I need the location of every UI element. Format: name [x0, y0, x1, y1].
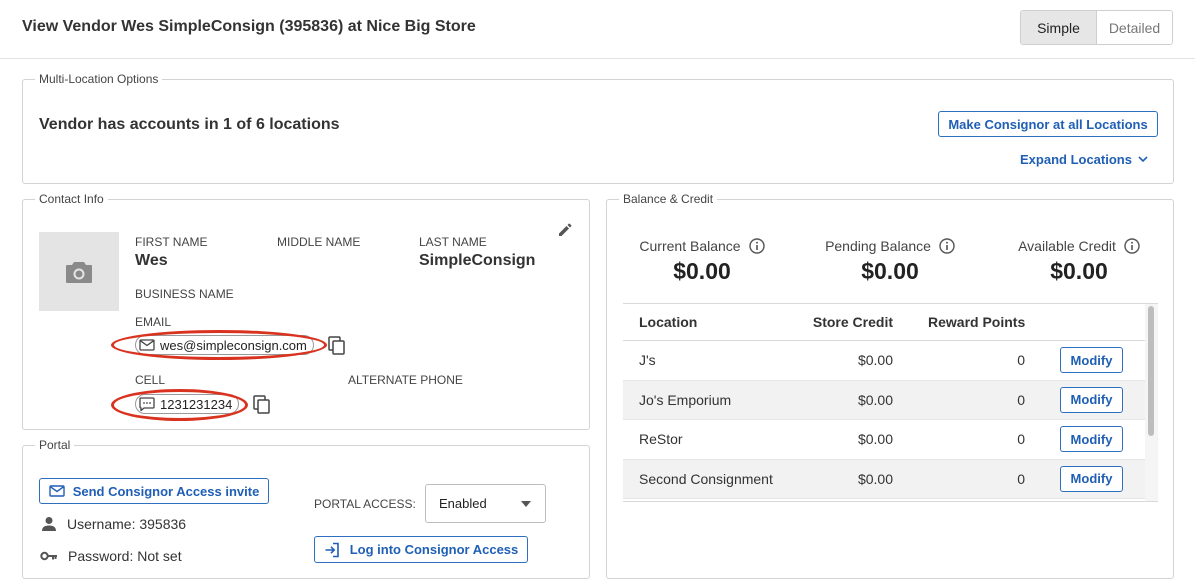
- reward-points-cell: 0: [1017, 352, 1025, 369]
- location-count-heading: Vendor has accounts in 1 of 6 locations: [39, 116, 340, 133]
- modify-button[interactable]: Modify: [1060, 426, 1123, 453]
- store-credit-cell: $0.00: [857, 391, 893, 408]
- portal-access-value: Enabled: [439, 496, 487, 511]
- contact-info-legend: Contact Info: [39, 192, 104, 206]
- business-name-label: BUSINESS NAME: [135, 287, 234, 301]
- view-toggle: Simple Detailed: [1020, 10, 1173, 45]
- reward-points-cell: 0: [1017, 391, 1025, 408]
- envelope-icon: [48, 485, 65, 497]
- location-cell: J's: [639, 352, 656, 369]
- balance-legend: Balance & Credit: [623, 192, 714, 206]
- pending-balance-value: $0.00: [861, 258, 919, 284]
- first-name-value: Wes: [135, 252, 168, 269]
- send-invite-label: Send Consignor Access invite: [72, 483, 260, 499]
- key-icon: [40, 551, 57, 561]
- portal-legend: Portal: [39, 438, 71, 452]
- username-text: Username: 395836: [67, 516, 187, 532]
- make-consignor-all-locations-button[interactable]: Make Consignor at all Locations: [938, 111, 1158, 137]
- portal-panel: Portal Send Consignor Access invite User…: [22, 438, 590, 579]
- info-icon[interactable]: [939, 238, 955, 254]
- last-name-value: SimpleConsign: [419, 252, 536, 269]
- view-detailed-button[interactable]: Detailed: [1097, 11, 1172, 44]
- view-simple-button[interactable]: Simple: [1021, 11, 1097, 44]
- caret-down-icon: [521, 500, 531, 507]
- send-consignor-invite-button[interactable]: Send Consignor Access invite: [39, 478, 269, 504]
- multi-location-legend: Multi-Location Options: [39, 72, 159, 86]
- password-line: Password: Not set: [40, 548, 182, 564]
- column-header-store-credit: Store Credit: [812, 314, 893, 330]
- cell-value: 1231231234: [160, 396, 233, 412]
- expand-locations-label: Expand Locations: [1020, 152, 1132, 167]
- middle-name-label: MIDDLE NAME: [277, 235, 361, 249]
- column-header-reward-points: Reward Points: [928, 314, 1026, 330]
- table-row: ReStor $0.00 0 Modify: [623, 420, 1158, 460]
- table-row: J's $0.00 0 Modify: [623, 341, 1158, 381]
- login-label: Log into Consignor Access: [349, 542, 519, 557]
- reward-points-cell: 0: [1017, 431, 1025, 448]
- table-header: Location Store Credit Reward Points: [623, 304, 1158, 341]
- scrollbar-thumb[interactable]: [1148, 306, 1154, 436]
- table-row: Jo's Emporium $0.00 0 Modify: [623, 380, 1158, 420]
- table-scrollbar[interactable]: [1145, 304, 1158, 501]
- multi-location-panel: Multi-Location Options Vendor has accoun…: [22, 72, 1174, 184]
- available-credit-label: Available Credit: [1018, 238, 1116, 254]
- location-credit-table: Location Store Credit Reward Points J's …: [623, 303, 1158, 502]
- username-line: Username: 395836: [41, 516, 186, 532]
- chevron-down-icon: [1138, 156, 1148, 163]
- message-icon: [139, 397, 155, 411]
- location-cell: Second Consignment: [639, 470, 773, 487]
- location-cell: Jo's Emporium: [639, 391, 732, 408]
- vendor-photo[interactable]: [39, 232, 119, 311]
- reward-points-cell: 0: [1017, 470, 1025, 487]
- pending-balance-label: Pending Balance: [825, 238, 931, 254]
- camera-icon: [66, 261, 92, 283]
- cell-label: CELL: [135, 373, 166, 387]
- password-text: Password: Not set: [68, 548, 182, 564]
- store-credit-cell: $0.00: [857, 470, 893, 487]
- cell-chip[interactable]: 1231231234: [135, 394, 240, 414]
- store-credit-cell: $0.00: [857, 431, 893, 448]
- pending-balance: Pending Balance $0.00: [810, 238, 970, 285]
- current-balance: Current Balance $0.00: [622, 238, 782, 285]
- log-into-consignor-access-button[interactable]: Log into Consignor Access: [314, 536, 528, 563]
- portal-access-select[interactable]: Enabled: [425, 484, 546, 523]
- modify-button[interactable]: Modify: [1060, 386, 1123, 413]
- pencil-icon[interactable]: [557, 222, 573, 238]
- alternate-phone-label: ALTERNATE PHONE: [348, 373, 463, 387]
- modify-button[interactable]: Modify: [1060, 465, 1123, 492]
- modify-button[interactable]: Modify: [1060, 347, 1123, 374]
- copy-icon[interactable]: [328, 336, 346, 356]
- expand-locations-link[interactable]: Expand Locations: [1020, 152, 1148, 167]
- current-balance-label: Current Balance: [639, 238, 741, 254]
- email-value: wes@simpleconsign.com: [160, 337, 307, 353]
- email-label: EMAIL: [135, 315, 172, 329]
- copy-icon[interactable]: [253, 395, 271, 415]
- current-balance-value: $0.00: [673, 258, 731, 284]
- header-divider: [0, 58, 1195, 59]
- portal-access-label: PORTAL ACCESS:: [314, 497, 416, 511]
- store-credit-cell: $0.00: [857, 352, 893, 369]
- table-row: Second Consignment $0.00 0 Modify: [623, 459, 1158, 499]
- last-name-label: LAST NAME: [419, 235, 487, 249]
- location-cell: ReStor: [639, 431, 683, 448]
- person-icon: [42, 517, 56, 531]
- login-icon: [325, 542, 339, 557]
- first-name-label: FIRST NAME: [135, 235, 208, 249]
- info-icon[interactable]: [1124, 238, 1140, 254]
- balance-credit-panel: Balance & Credit Current Balance $0.00 P…: [606, 192, 1174, 579]
- contact-info-panel: Contact Info FIRST NAME Wes MIDDLE NAME …: [22, 192, 590, 430]
- available-credit-value: $0.00: [1050, 258, 1108, 284]
- column-header-location: Location: [639, 314, 698, 330]
- available-credit: Available Credit $0.00: [999, 238, 1159, 285]
- envelope-icon: [139, 339, 155, 351]
- email-chip[interactable]: wes@simpleconsign.com: [135, 335, 314, 355]
- info-icon[interactable]: [748, 238, 765, 254]
- page-title: View Vendor Wes SimpleConsign (395836) a…: [22, 18, 476, 35]
